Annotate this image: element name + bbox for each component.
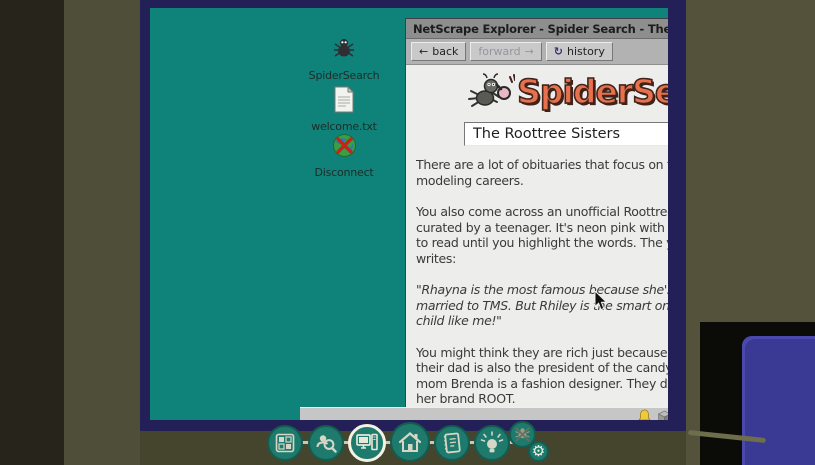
notification-bell-icon[interactable]	[638, 409, 651, 421]
room-wall-olive	[64, 0, 142, 465]
dock-evidence-board-button[interactable]	[267, 425, 303, 461]
spidersearch-logo: SpiderSearch	[416, 69, 668, 113]
dock-home-button[interactable]	[390, 422, 430, 462]
dock-hints-button[interactable]	[474, 425, 510, 461]
evidence-board-icon	[275, 433, 295, 453]
history-button[interactable]: ↻ history	[546, 42, 613, 61]
home-icon	[398, 431, 422, 453]
desktop-icon-label: Disconnect	[300, 166, 388, 179]
webmaster-quote: "Rhayna is the most famous because she's…	[416, 282, 668, 329]
back-arrow-icon: ←	[419, 45, 428, 58]
search-result-text: There are a lot of obituaries that focus…	[416, 157, 668, 409]
forward-label: forward	[478, 45, 520, 58]
dock-computer-button[interactable]	[348, 424, 386, 462]
dock-people-search-button[interactable]	[308, 425, 344, 461]
dock-settings-button[interactable]: ⚙	[528, 441, 549, 462]
window-title: NetScrape Explorer - Spider Search - The…	[413, 22, 668, 36]
paragraph: You might think they are rich just becau…	[416, 345, 668, 407]
forward-button[interactable]: forward →	[470, 42, 541, 61]
desktop-icon-spidersearch[interactable]: SpiderSearch	[300, 36, 388, 82]
paragraph: There are a lot of obituaries that focus…	[416, 157, 668, 188]
spidersearch-logo-text: SpiderSearch	[517, 72, 668, 111]
desktop-icon-disconnect[interactable]: Disconnect	[300, 132, 388, 179]
gear-icon: ⚙	[532, 444, 545, 459]
search-input[interactable]	[464, 122, 668, 146]
game-scene: SpiderSearch welcome.txt	[0, 0, 815, 465]
page-content: SpiderSearch × search There are a lot of…	[406, 64, 668, 409]
document-icon	[333, 98, 355, 117]
spider-icon	[329, 47, 359, 66]
system-tray: 7:03 PM - 6 Dec, 1998	[638, 409, 668, 421]
desktop: SpiderSearch welcome.txt	[150, 8, 668, 420]
package-cube-icon[interactable]	[657, 409, 668, 421]
spider-crossed-icon	[514, 426, 531, 443]
hint-lightbulb-icon	[480, 431, 504, 455]
forward-arrow-icon: →	[525, 45, 534, 58]
room-wall-dark	[0, 0, 64, 465]
history-label: history	[567, 45, 605, 58]
mouse-cursor	[594, 291, 608, 315]
back-label: back	[432, 45, 458, 58]
people-search-icon	[315, 432, 337, 454]
back-button[interactable]: ← back	[411, 42, 466, 61]
desktop-icon-welcome-txt[interactable]: welcome.txt	[300, 86, 388, 133]
spider-magnifier-icon	[463, 69, 515, 113]
computer-icon	[356, 433, 378, 453]
notebook-icon	[442, 432, 462, 454]
history-icon: ↻	[554, 45, 563, 58]
paragraph: You also come across an unofficial Roott…	[416, 204, 668, 266]
taskbar: 7:03 PM - 6 Dec, 1998	[300, 407, 668, 420]
room-blue-furniture	[742, 336, 815, 465]
search-bar: × search	[416, 121, 668, 146]
dock-notebook-button[interactable]	[434, 425, 470, 461]
browser-toolbar: ← back forward → ↻ history NE	[406, 39, 668, 65]
browser-window: NetScrape Explorer - Spider Search - The…	[405, 18, 668, 410]
globe-disconnect-icon	[331, 144, 358, 163]
window-titlebar[interactable]: NetScrape Explorer - Spider Search - The…	[406, 19, 668, 39]
desktop-icon-label: SpiderSearch	[300, 69, 388, 82]
